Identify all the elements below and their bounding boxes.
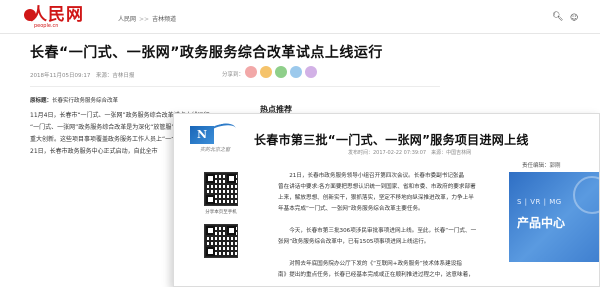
front-article-meta: 发布时间：2017-02-22 07:39:07 来源：中国吉林网 (348, 150, 472, 156)
banner-decoration (573, 176, 599, 214)
front-paragraph-line: 上来，解放思想、创新实干，狠抓落实，坚定不移地向纵深推进改革，力争上半 (278, 195, 474, 201)
qr-code-label: 分享本页至手机 (205, 210, 237, 215)
front-article-title: 长春市第三批“一门式、一张网”服务项目进网上线 (254, 133, 529, 147)
people-daily-logo[interactable]: 人民网 people.cn (24, 5, 90, 29)
front-paragraph-line: 年基本完成“一门式、一张网”政务服务综合改革主要任务。 (278, 206, 424, 212)
user-icon[interactable]: ☺ (570, 13, 578, 22)
news-site-logo[interactable]: N 实的北京之窗 (186, 120, 240, 154)
breadcrumb: 人民网 >> 吉林频道 (118, 16, 177, 23)
share-qq-icon[interactable] (290, 66, 302, 78)
breadcrumb-channel[interactable]: 吉林频道 (152, 16, 176, 23)
back-article-meta: 2018年11月05日09:17 来源：吉林日报 (30, 73, 135, 79)
product-center-banner[interactable]: S | VR | MG 产品中心 (509, 172, 599, 262)
front-paragraph-line: 张网”政务服务综合改革中，已有1505项事项进网上线运行。 (278, 239, 430, 245)
front-webpage: N 实的北京之窗 长春市第三批“一门式、一张网”服务项目进网上线 发布时间：20… (173, 113, 600, 287)
logo-subtext: people.cn (34, 23, 59, 29)
logo-text: 人民网 (30, 5, 84, 25)
back-article-title: 长春“一门式、一张网”政务服务综合改革试点上线运行 (30, 45, 383, 61)
front-paragraph-line: 今天，长春市第三批306项涉民审批事项进网上线。至此，长春“一门式、一 (278, 228, 477, 234)
banner-title: 产品中心 (517, 216, 566, 230)
divider (30, 86, 440, 87)
qr-code-icon[interactable] (204, 172, 238, 206)
logo-slogan: 实的北京之窗 (200, 147, 231, 153)
share-more-icon[interactable] (305, 66, 317, 78)
share-wechat-icon[interactable] (275, 66, 287, 78)
back-header: 人民网 people.cn 人民网 >> 吉林频道 🔍︎ ☺ (0, 0, 600, 34)
logo-letter: N (190, 126, 214, 144)
front-paragraph-line: 曾在讲话中要求:各方面要把思想认识统一到国家、省和市委、市政府的要求部署 (278, 184, 476, 190)
share-weibo-icon[interactable] (245, 66, 257, 78)
editor-credit: 责任编辑：郭刚 (522, 163, 561, 169)
back-summary: 原标题：长春实行政务服务综合改革 (30, 98, 119, 104)
search-icon[interactable]: 🔍︎ (552, 12, 563, 22)
qr-code-icon[interactable] (204, 224, 238, 258)
front-paragraph-line: 南》提出的重点任务，长春已经基本完成或正在顺利推进过程之中，这意味着， (278, 272, 474, 278)
share-label: 分享到： (222, 72, 245, 78)
front-paragraph-line: 对照去年底国务院办公厅下发的《“互联网+政务服务”技术体系建设指 (278, 261, 462, 267)
front-paragraph-line: 21日，长春市政务服务领导小组召开第四次会议。长春市委副书记张晶 (278, 173, 465, 179)
banner-tags: S | VR | MG (517, 198, 562, 206)
breadcrumb-home[interactable]: 人民网 (118, 16, 136, 23)
share-qzone-icon[interactable] (260, 66, 272, 78)
